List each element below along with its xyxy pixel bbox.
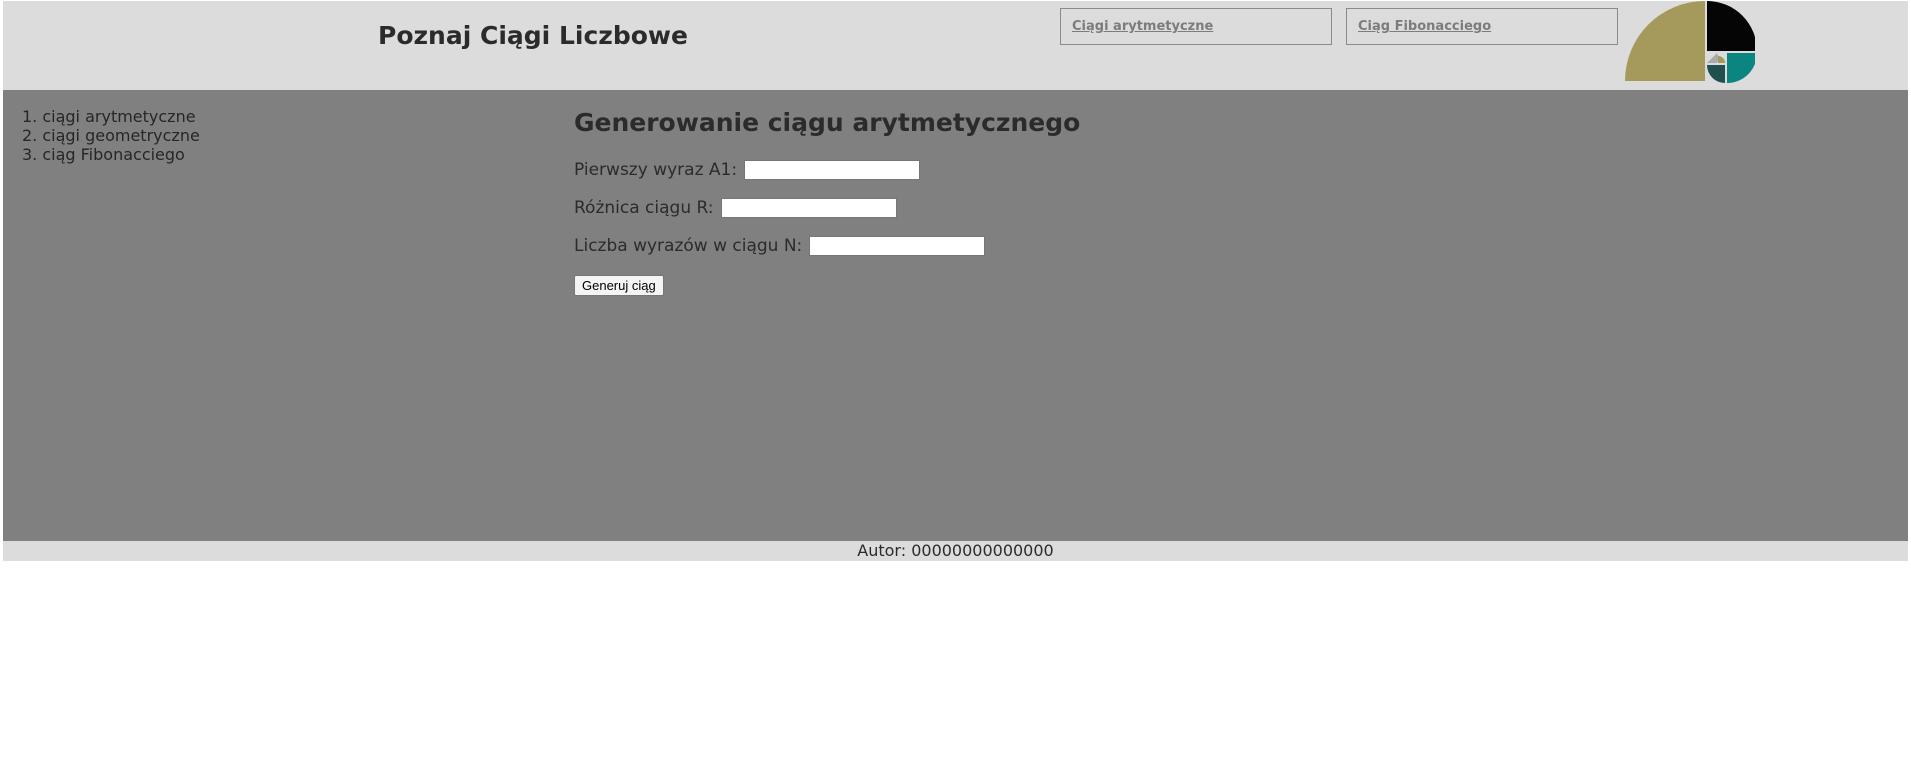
sidebar-item-fibonacci: 3. ciąg Fibonacciego: [22, 145, 185, 164]
sidebar-item-arithmetic: 1. ciągi arytmetyczne: [22, 107, 196, 126]
logo-black-quarter: [1707, 1, 1755, 51]
logo-gold-quarter: [1625, 1, 1705, 81]
site-title: Poznaj Ciągi Liczbowe: [378, 21, 688, 50]
logo-teal-quarter: [1727, 53, 1755, 83]
content-area: 1. ciągi arytmetyczne 2. ciągi geometryc…: [3, 90, 1908, 541]
field-label-n: Liczba wyrazów w ciągu N:: [574, 236, 803, 256]
nav-link-arithmetic[interactable]: Ciągi arytmetyczne: [1060, 8, 1332, 45]
field-row-a1: Pierwszy wyraz A1:: [574, 160, 921, 180]
first-term-input[interactable]: [744, 160, 921, 180]
sidebar-item-geometric: 2. ciągi geometryczne: [22, 126, 200, 145]
field-row-r: Różnica ciągu R:: [574, 198, 897, 218]
nav-link-fibonacci[interactable]: Ciąg Fibonacciego: [1346, 8, 1618, 45]
generate-sequence-button[interactable]: Generuj ciąg: [574, 275, 664, 296]
page: Poznaj Ciągi Liczbowe Ciągi arytmetyczne…: [0, 0, 1911, 769]
footer: Autor: 00000000000000: [3, 541, 1908, 561]
form-heading: Generowanie ciągu arytmetycznego: [574, 108, 1081, 137]
logo-grey-quarter: [1707, 53, 1719, 63]
sidebar-list: 1. ciągi arytmetyczne 2. ciągi geometryc…: [22, 107, 200, 164]
generator-form: Generowanie ciągu arytmetycznego Pierwsz…: [574, 108, 1081, 296]
term-count-input[interactable]: [809, 236, 986, 256]
logo-darkteal-quarter: [1707, 65, 1725, 83]
author-text: Autor: 00000000000000: [857, 541, 1054, 560]
field-label-a1: Pierwszy wyraz A1:: [574, 160, 738, 180]
fibonacci-spiral-logo: [1625, 1, 1755, 83]
field-row-n: Liczba wyrazów w ciągu N:: [574, 236, 986, 256]
header: Poznaj Ciągi Liczbowe Ciągi arytmetyczne…: [3, 1, 1908, 90]
difference-input[interactable]: [720, 198, 897, 218]
logo-olive-quarter: [1718, 56, 1725, 63]
field-label-r: Różnica ciągu R:: [574, 198, 714, 218]
